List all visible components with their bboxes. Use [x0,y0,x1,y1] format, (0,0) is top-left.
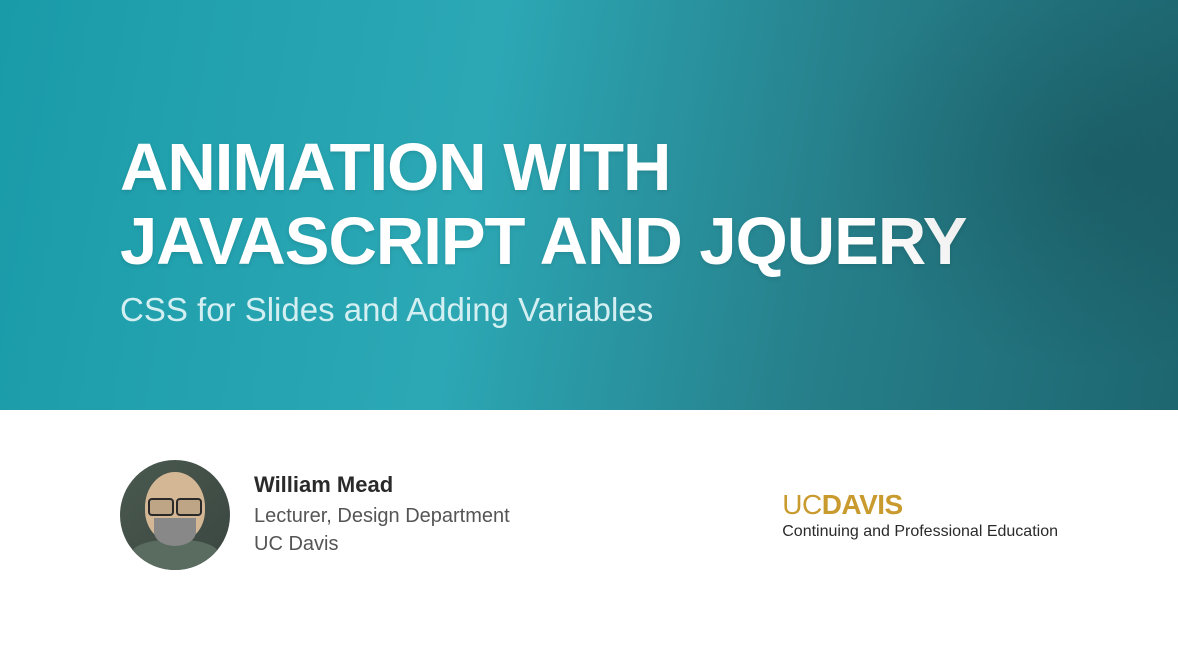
presenter-block: William Mead Lecturer, Design Department… [120,460,510,570]
lesson-subtitle: CSS for Slides and Adding Variables [120,291,1178,329]
hero-banner: ANIMATION WITH JAVASCRIPT AND JQUERY CSS… [0,0,1178,410]
avatar-beard-shape [154,518,196,546]
presenter-avatar [120,460,230,570]
institution-logo: UCDAVIS [782,489,902,521]
institution-block: UCDAVIS Continuing and Professional Educ… [782,489,1058,541]
title-line-2: JAVASCRIPT AND JQUERY [120,204,966,279]
presenter-org: UC Davis [254,530,510,558]
footer-section: William Mead Lecturer, Design Department… [0,410,1178,570]
glasses-icon [148,498,202,514]
logo-prefix: UC [782,489,821,520]
institution-tagline: Continuing and Professional Education [782,523,1058,541]
logo-main: DAVIS [822,489,903,520]
presenter-info: William Mead Lecturer, Design Department… [254,472,510,558]
presenter-role: Lecturer, Design Department [254,502,510,530]
title-line-1: ANIMATION WITH [120,130,670,205]
presenter-name: William Mead [254,472,510,498]
course-title: ANIMATION WITH JAVASCRIPT AND JQUERY [120,131,1178,278]
